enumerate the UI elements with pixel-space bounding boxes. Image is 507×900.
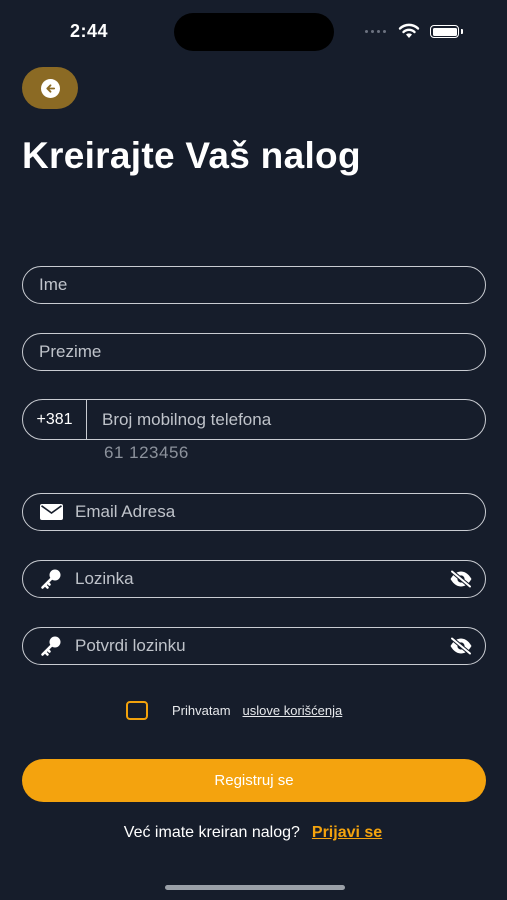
page-title: Kreirajte Vaš nalog bbox=[22, 135, 361, 176]
register-button[interactable]: Registruj se bbox=[22, 759, 486, 802]
phone-field[interactable]: +381 Broj mobilnog telefona bbox=[22, 399, 486, 440]
cellular-signal-icon bbox=[365, 30, 386, 33]
login-link[interactable]: Prijavi se bbox=[312, 824, 382, 842]
phone-input[interactable]: Broj mobilnog telefona bbox=[102, 410, 271, 430]
terms-label: Prihvatam bbox=[172, 703, 231, 718]
arrow-left-icon bbox=[40, 78, 60, 98]
dynamic-island bbox=[174, 13, 334, 51]
eye-off-icon[interactable] bbox=[449, 569, 473, 593]
email-field[interactable]: Email Adresa bbox=[22, 493, 486, 531]
terms-row: Prihvatam uslove korišćenja bbox=[126, 701, 342, 720]
last-name-placeholder: Prezime bbox=[39, 342, 102, 361]
status-time: 2:44 bbox=[70, 21, 109, 41]
login-question: Već imate kreiran nalog? bbox=[123, 824, 300, 841]
wifi-icon bbox=[398, 23, 420, 38]
phone-hint: 61 123456 bbox=[104, 443, 189, 462]
first-name-input[interactable]: Ime bbox=[22, 266, 486, 304]
home-indicator bbox=[165, 885, 345, 890]
terms-link[interactable]: uslove korišćenja bbox=[243, 703, 343, 718]
login-row: Već imate kreiran nalog? Prijavi se bbox=[0, 824, 507, 842]
confirm-password-placeholder: Potvrdi lozinku bbox=[75, 636, 186, 655]
envelope-icon bbox=[33, 504, 69, 520]
key-icon bbox=[33, 568, 69, 590]
first-name-placeholder: Ime bbox=[39, 275, 68, 294]
terms-checkbox[interactable] bbox=[126, 701, 148, 720]
status-bar: 2:44 bbox=[0, 0, 507, 60]
battery-icon bbox=[430, 25, 459, 38]
email-placeholder: Email Adresa bbox=[75, 502, 176, 521]
eye-off-icon[interactable] bbox=[449, 636, 473, 660]
back-button[interactable] bbox=[22, 67, 78, 109]
key-icon bbox=[33, 635, 69, 657]
confirm-password-field[interactable]: Potvrdi lozinku bbox=[22, 627, 486, 665]
password-placeholder: Lozinka bbox=[75, 569, 134, 588]
battery-cap bbox=[461, 29, 463, 34]
phone-country-code[interactable]: +381 bbox=[23, 400, 87, 439]
last-name-input[interactable]: Prezime bbox=[22, 333, 486, 371]
password-field[interactable]: Lozinka bbox=[22, 560, 486, 598]
